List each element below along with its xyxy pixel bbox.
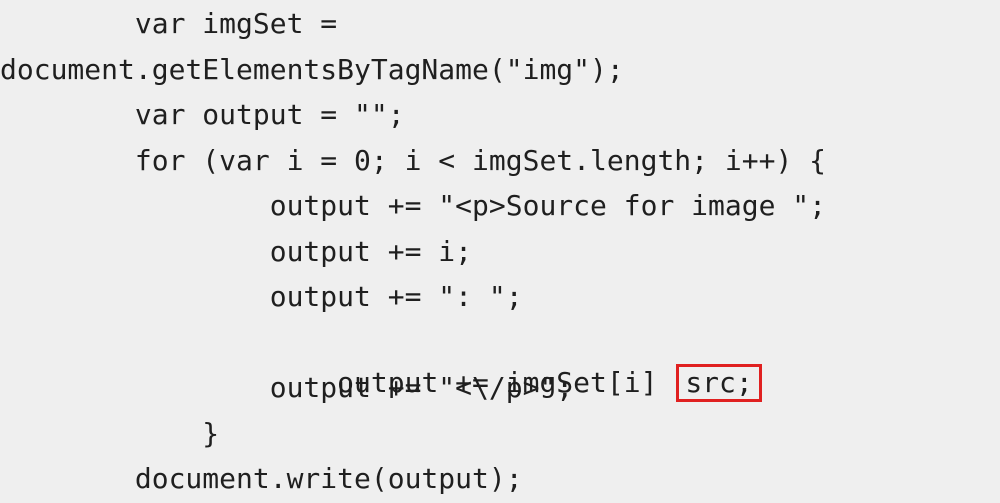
code-line-11: document.write(output); [0, 462, 523, 495]
code-line-3: var output = ""; [0, 98, 405, 131]
code-line-8: output += imgSet[i] src; [0, 323, 762, 402]
code-line-4: for (var i = 0; i < imgSet.length; i++) … [0, 144, 827, 177]
code-line-9: output += "<\/p>"; [0, 371, 574, 404]
code-line-1: var imgSet = [0, 7, 338, 40]
highlighted-src-box: src; [676, 364, 762, 402]
code-line-7: output += ": "; [0, 280, 523, 313]
code-line-5: output += "<p>Source for image "; [0, 189, 827, 222]
code-panel: var imgSet = document.getElementsByTagNa… [0, 0, 1000, 503]
code-line-6: output += i; [0, 235, 473, 268]
code-line-2: document.getElementsByTagName("img"); [0, 53, 624, 86]
code-line-10: } [0, 417, 220, 450]
